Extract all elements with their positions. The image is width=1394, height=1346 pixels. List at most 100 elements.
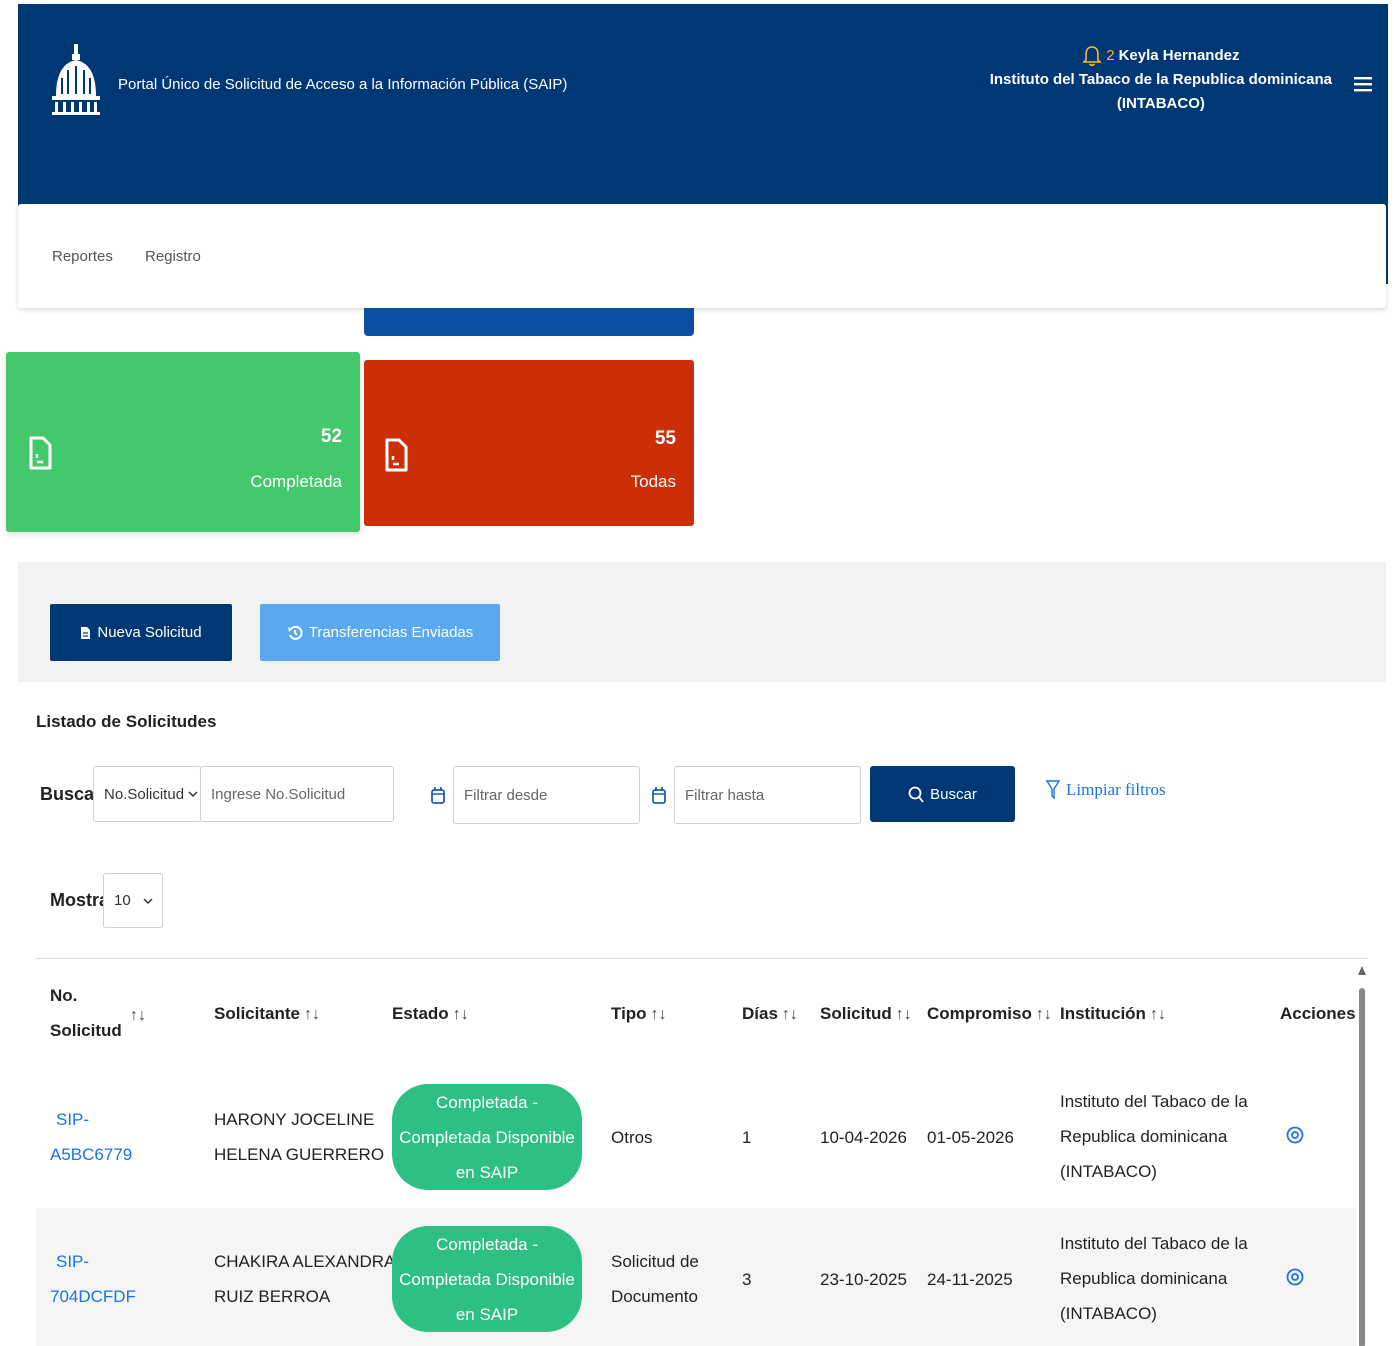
search-input[interactable]: Ingrese No.Solicitud xyxy=(200,766,394,822)
solicitud-number-code: 704DCFDF xyxy=(50,1287,136,1306)
table-scrollbar[interactable] xyxy=(1356,966,1368,1346)
user-name: Keyla Hernandez xyxy=(1118,47,1240,64)
solicitante-name-line: CHAKIRA ALEXANDRA xyxy=(214,1252,396,1271)
institucion-text: Republica dominicana xyxy=(1060,1127,1228,1146)
buscar-button[interactable]: Buscar xyxy=(870,766,1015,822)
column-header-no-solicitud[interactable]: No. Solicitud xyxy=(50,978,122,1048)
solicitante-name-line: RUIZ BERROA xyxy=(214,1287,331,1306)
transferencias-enviadas-button[interactable]: Transferencias Enviadas xyxy=(260,604,500,661)
fecha-solicitud-cell: 10-04-2026 xyxy=(820,1128,907,1147)
table-top-divider xyxy=(36,958,1368,959)
chevron-down-icon xyxy=(188,791,198,798)
scroll-up-arrow-icon[interactable] xyxy=(1358,966,1366,975)
filtrar-hasta-input[interactable]: Filtrar hasta xyxy=(674,766,861,824)
stat-label: Todas xyxy=(630,472,676,491)
column-header-institucion[interactable]: Institución ↑↓ xyxy=(1060,996,1166,1032)
calendar-icon[interactable] xyxy=(431,786,445,804)
solicitud-number-link[interactable]: SIP- A5BC6779 xyxy=(50,1102,132,1172)
column-header-label: Compromiso xyxy=(927,1004,1032,1023)
stat-value: 52 xyxy=(320,426,342,447)
view-details-icon[interactable] xyxy=(1286,1268,1304,1286)
tipo-text: Documento xyxy=(611,1287,698,1306)
sort-icon: ↑↓ xyxy=(650,1006,667,1023)
document-icon xyxy=(385,438,408,472)
institucion-cell: Instituto del Tabaco de la Republica dom… xyxy=(1060,1084,1248,1189)
stat-card-todas[interactable]: 55 Todas xyxy=(364,360,694,526)
sort-icon: ↑↓ xyxy=(1035,1006,1052,1023)
filtrar-desde-placeholder: Filtrar desde xyxy=(464,786,548,804)
dias-cell: 1 xyxy=(742,1128,752,1147)
sort-icon: ↑↓ xyxy=(1149,1006,1166,1023)
sort-icon: ↑↓ xyxy=(895,1006,912,1023)
tipo-text: Solicitud de xyxy=(611,1252,699,1271)
column-header-label: Institución xyxy=(1060,1004,1146,1023)
column-header-label: Solicitud xyxy=(50,1021,122,1040)
column-header-label: No. xyxy=(50,986,78,1005)
brand[interactable]: Portal Único de Solicitud de Acceso a la… xyxy=(50,44,567,120)
hamburger-menu-icon[interactable] xyxy=(1354,76,1372,92)
stat-card-partial xyxy=(364,308,694,336)
status-text: Completada - xyxy=(435,1092,539,1112)
column-header-label: Días xyxy=(742,1004,778,1023)
solicitud-number-link[interactable]: SIP- 704DCFDF xyxy=(50,1244,136,1314)
status-text: en SAIP xyxy=(455,1162,519,1182)
column-header-tipo[interactable]: Tipo ↑↓ xyxy=(611,996,667,1032)
search-type-value: No.Solicitud xyxy=(104,785,185,803)
nueva-solicitud-button[interactable]: Nueva Solicitud xyxy=(50,604,232,661)
nueva-solicitud-label: Nueva Solicitud xyxy=(97,624,202,641)
fecha-compromiso-cell: 24-11-2025 xyxy=(927,1270,1013,1289)
fecha-compromiso-cell: 01-05-2026 xyxy=(927,1128,1014,1147)
page-size-select[interactable]: 10 xyxy=(103,873,163,928)
sort-icon[interactable]: ↑↓ xyxy=(130,998,146,1033)
filtrar-desde-input[interactable]: Filtrar desde xyxy=(453,766,640,824)
search-input-placeholder: Ingrese No.Solicitud xyxy=(211,785,346,803)
institucion-text: (INTABACO) xyxy=(1060,1162,1157,1181)
status-text: Completada Disponible xyxy=(399,1127,575,1147)
nav-item-registro[interactable]: Registro xyxy=(145,248,201,265)
status-badge: Completada - Completada Disponible en SA… xyxy=(392,1226,582,1332)
column-header-solicitante[interactable]: Solicitante ↑↓ xyxy=(214,996,320,1032)
calendar-icon[interactable] xyxy=(652,786,666,804)
limpiar-filtros-label: Limpiar filtros xyxy=(1066,780,1166,799)
nav-item-reportes[interactable]: Reportes xyxy=(52,248,113,265)
search-type-select[interactable]: No.Solicitud xyxy=(93,766,201,822)
limpiar-filtros-link[interactable]: Limpiar filtros xyxy=(1046,780,1166,800)
scrollbar-thumb[interactable] xyxy=(1359,988,1365,1346)
column-header-label: Estado xyxy=(392,1004,449,1023)
document-icon xyxy=(29,436,52,470)
solicitud-number-prefix: SIP- xyxy=(56,1110,90,1129)
history-icon xyxy=(287,625,303,640)
status-text: en SAIP xyxy=(455,1304,519,1324)
column-header-label: Tipo xyxy=(611,1004,647,1023)
bell-icon[interactable] xyxy=(1082,45,1103,67)
sort-icon: ↑↓ xyxy=(303,1006,320,1023)
solicitud-number-code: A5BC6779 xyxy=(50,1145,133,1164)
fecha-solicitud-cell: 23-10-2025 xyxy=(820,1270,907,1289)
chevron-down-icon xyxy=(143,897,153,904)
column-header-fecha-solicitud[interactable]: Solicitud ↑↓ xyxy=(820,996,912,1032)
sort-icon: ↑↓ xyxy=(781,1006,798,1023)
transferencias-label: Transferencias Enviadas xyxy=(308,624,474,641)
user-panel[interactable]: 2 Keyla Hernandez Instituto del Tabaco d… xyxy=(990,44,1332,116)
column-header-label: Solicitud xyxy=(820,1004,892,1023)
filtrar-hasta-placeholder: Filtrar hasta xyxy=(685,786,765,804)
institution-name: Instituto del Tabaco de la Republica dom… xyxy=(989,71,1332,88)
listing-title: Listado de Solicitudes xyxy=(36,712,217,731)
solicitud-number-prefix: SIP- xyxy=(56,1252,90,1271)
view-details-icon[interactable] xyxy=(1286,1126,1304,1144)
nav-card: Reportes Registro xyxy=(18,204,1386,308)
filter-icon xyxy=(1046,780,1060,800)
column-header-label: Solicitante xyxy=(214,1004,300,1023)
stat-label: Completada xyxy=(250,472,342,491)
institucion-cell: Instituto del Tabaco de la Republica dom… xyxy=(1060,1226,1248,1331)
capitol-dome-logo-icon xyxy=(52,44,100,115)
stat-card-completada[interactable]: 52 Completada xyxy=(6,352,360,532)
column-header-acciones: Acciones xyxy=(1280,996,1356,1031)
column-header-compromiso[interactable]: Compromiso ↑↓ xyxy=(927,996,1052,1032)
search-icon xyxy=(908,786,924,803)
tipo-cell: Otros xyxy=(611,1120,653,1155)
page-size-value: 10 xyxy=(114,892,131,909)
institucion-text: Instituto del Tabaco de la xyxy=(1060,1234,1248,1253)
column-header-dias[interactable]: Días ↑↓ xyxy=(742,996,798,1032)
column-header-estado[interactable]: Estado ↑↓ xyxy=(392,996,469,1032)
